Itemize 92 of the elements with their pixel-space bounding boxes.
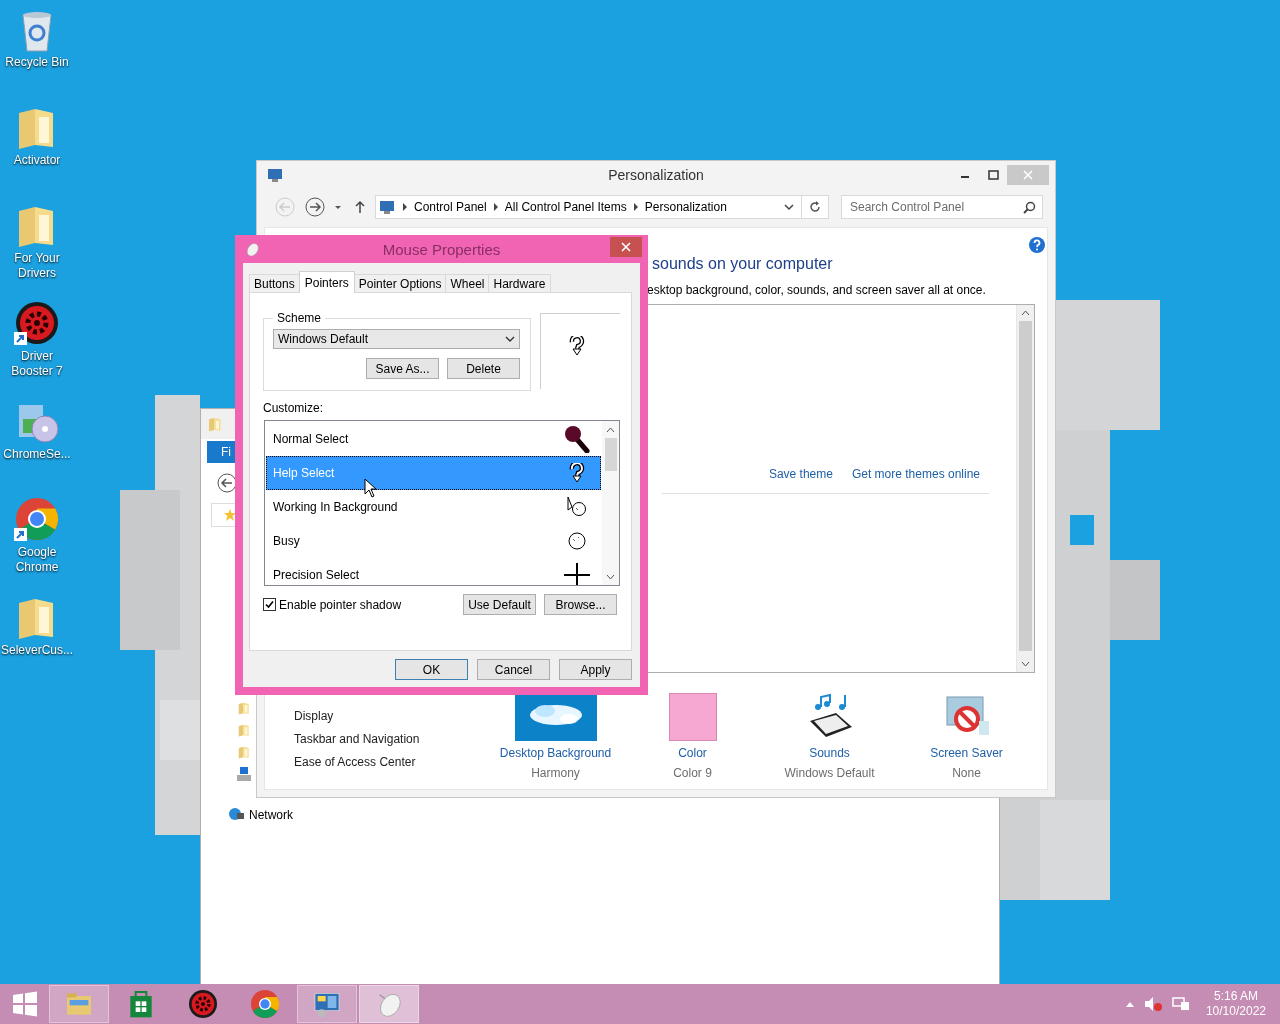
page-heading: sounds on your computer	[652, 254, 834, 274]
setting-value: Color 9	[673, 766, 712, 781]
date: 10/10/2022	[1205, 1004, 1266, 1019]
scroll-up-icon[interactable]	[1021, 309, 1030, 317]
scroll-thumb[interactable]	[604, 438, 617, 471]
browser-icon	[13, 495, 61, 543]
folder-icon	[237, 723, 251, 737]
page-description: esktop background, color, sounds, and screen saver all at once.	[647, 283, 987, 297]
scheme-dropdown[interactable]: Windows Default	[273, 329, 520, 349]
close-icon[interactable]	[621, 242, 631, 252]
back-icon[interactable]	[217, 473, 237, 493]
dialog-button[interactable]: Apply	[559, 659, 632, 680]
monitor-icon	[267, 167, 283, 183]
list-item[interactable]: Normal Select	[266, 422, 601, 456]
search-icon	[1023, 201, 1036, 214]
scheme-button[interactable]: Delete	[447, 358, 520, 379]
crosshair-cursor-icon	[564, 563, 590, 585]
checkmark-icon	[265, 600, 274, 609]
checkbox[interactable]: Enable pointer shadow	[263, 597, 402, 612]
help-icon[interactable]	[1029, 237, 1045, 253]
gear-icon	[187, 988, 219, 1020]
theme-link[interactable]: Get more themes online	[851, 467, 980, 481]
setting-value: None	[952, 766, 981, 781]
setting-link[interactable]: Desktop Background	[499, 746, 612, 761]
chevron-icon	[632, 203, 639, 211]
time: 5:16 AM	[1213, 989, 1258, 1004]
setting-link[interactable]: Sounds	[809, 746, 850, 761]
list-item[interactable]: Working In Background	[266, 490, 601, 524]
taskbar-button[interactable]	[297, 985, 357, 1023]
see-also-link[interactable]: Ease of Access Center	[294, 751, 487, 774]
address-bar[interactable]: Control Panel All Control Panel Items Personalization	[375, 195, 829, 219]
scroll-thumb[interactable]	[1019, 321, 1032, 651]
help-cursor-icon	[568, 463, 586, 483]
list-item[interactable]: Busy	[266, 524, 601, 558]
scrollbar[interactable]	[602, 421, 619, 585]
forward-icon[interactable]	[305, 197, 325, 217]
breadcrumb-item[interactable]: All Control Panel Items	[504, 200, 627, 214]
speaker-muted-icon[interactable]	[1143, 996, 1162, 1012]
star-icon	[224, 509, 236, 521]
scheme-button[interactable]: Save As...	[366, 358, 439, 379]
pin-cursor-icon	[563, 425, 591, 453]
chevron-icon	[505, 335, 515, 343]
arrow-busy-cursor-icon	[567, 496, 587, 518]
arrow-cursor-icon	[364, 478, 378, 498]
dialog-button[interactable]: Cancel	[477, 659, 550, 680]
nav-item[interactable]: Network	[249, 808, 293, 822]
chevron-icon	[402, 203, 408, 211]
setting-link[interactable]: Color	[678, 746, 707, 761]
scroll-down-icon[interactable]	[606, 573, 615, 581]
maximize-icon[interactable]	[987, 170, 999, 180]
folder-icon	[237, 745, 251, 759]
search-field[interactable]: Search Control Panel	[841, 195, 1043, 219]
section-label: Customize:	[263, 401, 325, 415]
help-cursor-icon	[567, 336, 586, 356]
pointer-button[interactable]: Use Default	[463, 594, 536, 615]
breadcrumb-item[interactable]: Control Panel	[414, 200, 487, 214]
scroll-down-icon[interactable]	[1021, 660, 1030, 668]
scrollbar[interactable]	[1016, 305, 1034, 672]
dialog-title: Mouse Properties	[382, 240, 501, 258]
setting-link[interactable]: Screen Saver	[930, 746, 1003, 761]
see-also-link[interactable]: Taskbar and Navigation	[294, 728, 487, 751]
network-icon	[227, 807, 245, 823]
folder-icon	[207, 416, 223, 432]
busy-cursor-icon	[567, 531, 587, 551]
tab[interactable]: Pointer Options	[353, 274, 447, 292]
close-button[interactable]	[610, 237, 642, 257]
tab[interactable]: Hardware	[488, 274, 551, 292]
theme-link[interactable]: Save theme	[768, 467, 833, 481]
start-icon[interactable]	[11, 991, 38, 1017]
window-title: Personalization	[608, 167, 704, 183]
scroll-up-icon[interactable]	[606, 426, 615, 434]
group-label: Scheme	[276, 311, 323, 325]
browser-icon	[249, 988, 281, 1020]
see-also-link[interactable]: Display	[294, 705, 487, 728]
swatch-icon	[668, 693, 717, 741]
folder-icon	[237, 701, 251, 715]
pointer-button[interactable]: Browse...	[544, 594, 617, 615]
up-arrow-icon[interactable]	[353, 200, 367, 214]
chevron-icon	[492, 203, 499, 211]
monitor-icon	[378, 199, 396, 215]
setting-value: Harmony	[531, 766, 580, 781]
landscape-thumbnail-icon	[514, 693, 597, 741]
network-icon[interactable]	[1171, 996, 1190, 1012]
gear-icon	[13, 299, 61, 347]
setting-value: Windows Default	[784, 766, 875, 781]
list-item[interactable]: Precision Select	[266, 558, 601, 585]
dropdown-icon[interactable]	[783, 202, 795, 212]
tab[interactable]: Buttons	[249, 274, 300, 292]
tab[interactable]: Pointers	[298, 271, 355, 293]
breadcrumb-item[interactable]: Personalization	[644, 200, 727, 214]
dialog-button[interactable]: OK	[395, 659, 468, 680]
refresh-icon[interactable]	[809, 201, 821, 213]
